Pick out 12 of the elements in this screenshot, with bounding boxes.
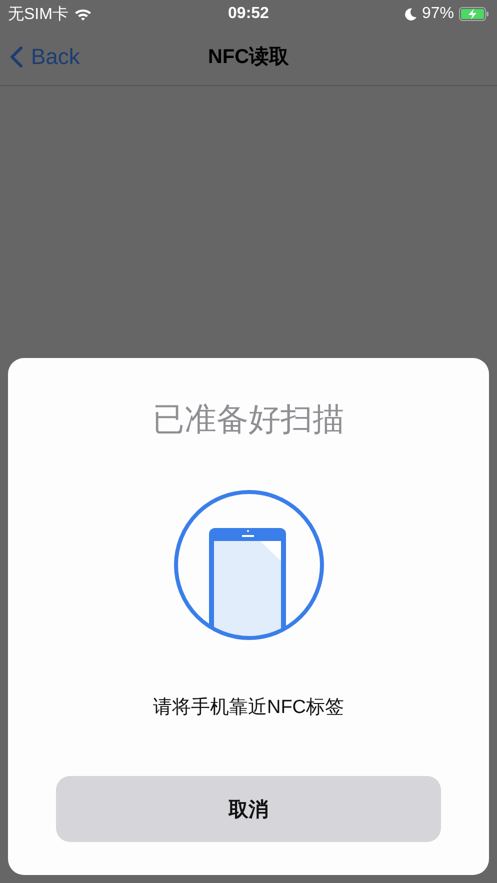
cancel-button[interactable]: 取消: [56, 776, 441, 842]
moon-icon: [404, 8, 417, 20]
clock-text: 09:52: [228, 5, 269, 23]
wifi-icon: [74, 8, 92, 20]
battery-percent: 97%: [422, 5, 454, 23]
phone-in-circle-icon: [172, 488, 326, 642]
sheet-title: 已准备好扫描: [152, 400, 344, 439]
screen-title: NFC读取: [208, 45, 290, 70]
carrier-text: 无SIM卡: [8, 4, 68, 24]
battery-charging-icon: [459, 7, 489, 21]
instruction-text: 请将手机靠近NFC标签: [152, 696, 344, 720]
chevron-icon: [10, 46, 23, 68]
